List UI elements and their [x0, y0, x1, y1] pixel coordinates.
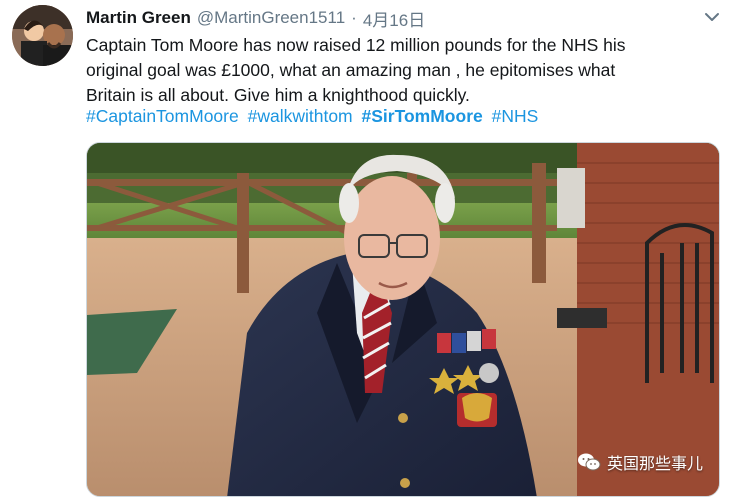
author-handle[interactable]: @MartinGreen1511	[197, 8, 345, 28]
chevron-down-icon[interactable]	[703, 8, 721, 26]
hashtag-nhs[interactable]: #NHS	[492, 106, 539, 126]
tweet-text: Captain Tom Moore has now raised 12 mill…	[86, 33, 718, 108]
hashtag-walkwithtom[interactable]: #walkwithtom	[248, 106, 353, 126]
tweet-text-line: original goal was £1000, what an amazing…	[86, 60, 616, 80]
tweet-photo[interactable]: 英国那些事儿	[86, 142, 720, 497]
hashtag-list: #CaptainTomMoore #walkwithtom #SirTomMoo…	[86, 104, 542, 129]
source-watermark: 英国那些事儿	[577, 450, 703, 474]
tweet-date[interactable]: 4月16日	[363, 6, 425, 31]
wechat-icon	[577, 453, 601, 471]
tweet-header: Martin Green @MartinGreen1511 · 4月16日	[86, 6, 425, 30]
author-name[interactable]: Martin Green	[86, 8, 191, 28]
separator-dot: ·	[351, 8, 357, 27]
hashtag-sirtommoore[interactable]: #SirTomMoore	[362, 106, 483, 126]
tweet-text-line: Captain Tom Moore has now raised 12 mill…	[86, 35, 626, 55]
avatar[interactable]	[12, 5, 73, 66]
tweet-card: Martin Green @MartinGreen1511 · 4月16日 Ca…	[0, 0, 733, 503]
hashtag-captaintommoore[interactable]: #CaptainTomMoore	[86, 106, 239, 126]
watermark-text: 英国那些事儿	[606, 454, 703, 473]
